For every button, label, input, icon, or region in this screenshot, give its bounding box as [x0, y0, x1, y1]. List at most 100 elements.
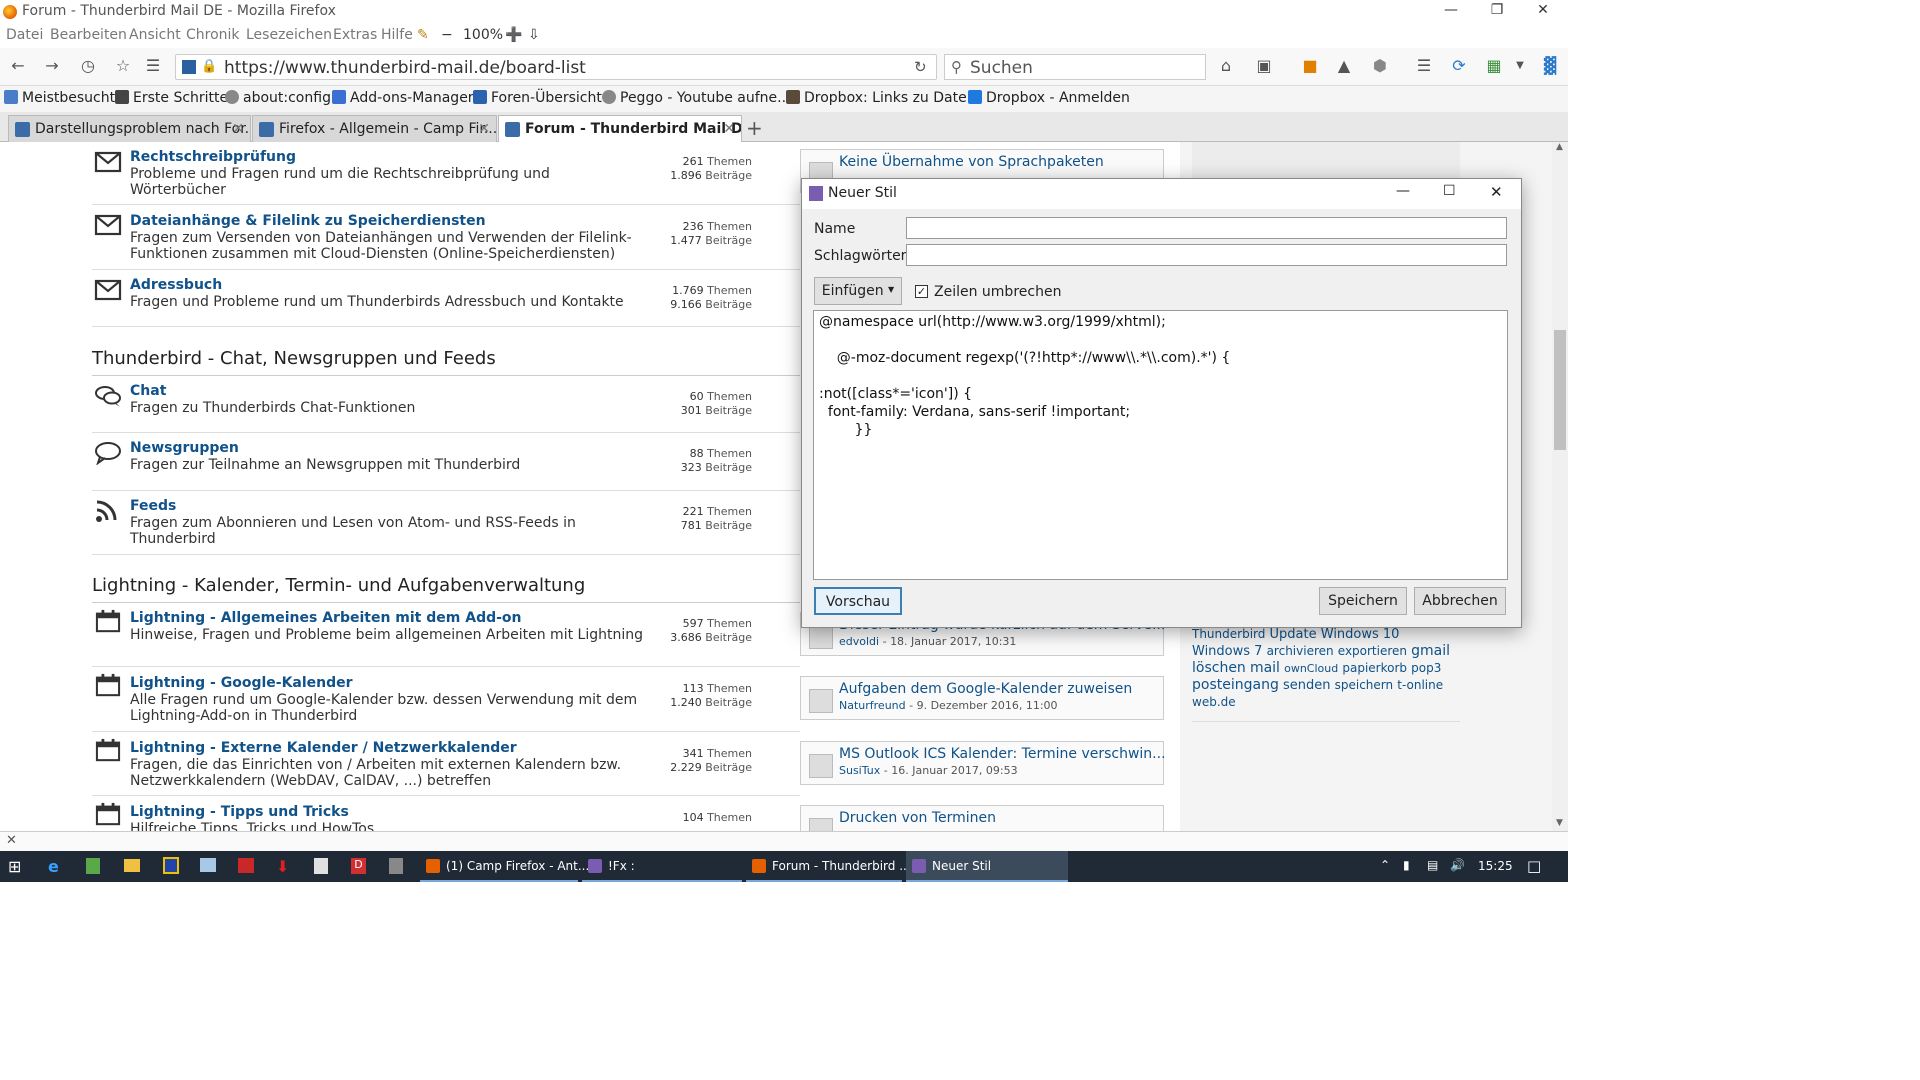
tray-chevron-up-icon[interactable]: ⌃ [1380, 858, 1390, 882]
paint-icon[interactable] [200, 858, 216, 872]
volume-icon[interactable]: 🔊 [1450, 858, 1465, 882]
hat-icon[interactable]: ▲ [1332, 56, 1356, 78]
taskbar-window-thunderbird-forum[interactable]: Forum - Thunderbird ... [746, 851, 911, 882]
tag-link[interactable]: Thunderbird [1192, 627, 1265, 641]
author-link[interactable]: Naturfreund [839, 699, 906, 712]
menu-datei[interactable]: Datei [6, 27, 43, 43]
forum-title-link[interactable]: Feeds [130, 498, 176, 514]
scroll-down-icon[interactable]: ▼ [1556, 818, 1563, 828]
scroll-up-icon[interactable]: ▲ [1556, 142, 1563, 152]
tool-icon[interactable] [314, 858, 328, 874]
close-findbar-icon[interactable]: ✕ [6, 833, 17, 848]
bookmark-erste-schritte[interactable]: Erste Schritte [115, 90, 228, 106]
menu-bearbeiten[interactable]: Bearbeiten [50, 27, 127, 43]
network-icon[interactable]: ▤ [1427, 858, 1438, 882]
tab-darstellungsproblem[interactable]: Darstellungsproblem nach For... ✕ [8, 115, 251, 142]
url-text[interactable]: https://www.thunderbird-mail.de/board-li… [224, 58, 586, 78]
forum-title-link[interactable]: Rechtschreibprüfung [130, 149, 296, 165]
dialog-minimize-button[interactable]: — [1396, 183, 1410, 199]
hamburger-menu-icon[interactable]: ☰ [1412, 56, 1436, 78]
explorer-folder-icon[interactable] [124, 859, 140, 872]
last-post-link[interactable]: Keine Übernahme von Sprachpaketen [839, 154, 1104, 170]
taskbar-window-camp-firefox[interactable]: (1) Camp Firefox - Ant... [420, 851, 589, 882]
edge-icon[interactable]: e [48, 857, 76, 881]
history-clock-icon[interactable]: ◷ [76, 56, 100, 78]
bookmark-star-icon[interactable]: ☆ [111, 56, 135, 78]
lock-icon[interactable]: 🔒 [201, 59, 217, 74]
notepad-plus-icon[interactable] [86, 858, 100, 874]
dialog-maximize-button[interactable]: ☐ [1443, 183, 1456, 199]
section-heading[interactable]: Thunderbird - Chat, Newsgruppen und Feed… [92, 348, 496, 369]
bookmark-about-config[interactable]: about:config [225, 90, 331, 106]
tab-thunderbird-forum[interactable]: Forum - Thunderbird Mail DE ✕ [498, 115, 742, 142]
download-icon[interactable]: ⇩ [528, 27, 540, 43]
tag-link[interactable]: pop3 [1411, 661, 1441, 675]
action-center-icon[interactable]: □ [1527, 857, 1541, 881]
forum-title-link[interactable]: Lightning - Externe Kalender / Netzwerkk… [130, 740, 517, 756]
printer-icon[interactable] [389, 858, 403, 874]
bookmark-dropbox-links[interactable]: Dropbox: Links zu Date... [786, 90, 980, 106]
chevron-down-icon[interactable]: ▼ [1508, 60, 1532, 82]
tag-link[interactable]: t-online [1397, 678, 1443, 692]
forum-title-link[interactable]: Newsgruppen [130, 440, 239, 456]
sync-icon[interactable]: ⟳ [1447, 56, 1471, 78]
forum-title-link[interactable]: Adressbuch [130, 277, 222, 293]
clock[interactable]: 15:25 [1478, 859, 1513, 882]
tags-field[interactable] [906, 244, 1507, 266]
snipping-icon[interactable] [238, 858, 254, 873]
battery-icon[interactable]: ▮ [1403, 858, 1410, 882]
insert-dropdown-button[interactable]: Einfügen ▼ [814, 277, 902, 305]
wrap-checkbox[interactable]: ✓ [915, 285, 928, 298]
tag-link[interactable]: archivieren [1267, 644, 1334, 658]
bookmark-dropbox-anmelden[interactable]: Dropbox - Anmelden [968, 90, 1130, 106]
forum-title-link[interactable]: Dateianhänge & Filelink zu Speicherdiens… [130, 213, 486, 229]
tag-link[interactable]: speichern [1335, 678, 1394, 692]
forum-row[interactable]: Chat Fragen zu Thunderbirds Chat-Funktio… [92, 376, 800, 433]
stylish-icon[interactable]: ▓ [1538, 56, 1562, 78]
reload-icon[interactable]: ↻ [914, 58, 927, 76]
tag-link[interactable]: ownCloud [1284, 662, 1338, 675]
menu-lesezeichen[interactable]: Lesezeichen [246, 27, 332, 43]
save-button[interactable]: Speichern [1319, 587, 1407, 615]
zoom-level[interactable]: 100% [463, 27, 503, 43]
zoom-in-button[interactable]: ➕ [505, 27, 522, 43]
bookmark-foren-uebersicht[interactable]: Foren-Übersicht [473, 90, 602, 106]
bookmark-meistbesucht[interactable]: Meistbesucht [4, 90, 115, 106]
forum-row[interactable]: Lightning - Google-Kalender Alle Fragen … [92, 667, 800, 732]
pdf-icon[interactable]: D [351, 858, 366, 874]
forum-title-link[interactable]: Lightning - Google-Kalender [130, 675, 353, 691]
tag-link[interactable]: exportieren [1338, 644, 1407, 658]
forum-row[interactable]: Rechtschreibprüfung Probleme und Fragen … [92, 142, 800, 205]
author-link[interactable]: edvoldi [839, 635, 879, 648]
forum-row[interactable]: Newsgruppen Fragen zur Teilnahme an News… [92, 433, 800, 491]
home-icon[interactable]: ⌂ [1214, 56, 1238, 78]
screenshot-icon[interactable]: ▣ [1252, 56, 1276, 78]
tag-link[interactable]: Windows 7 [1192, 644, 1262, 659]
close-tab-icon[interactable]: ✕ [232, 121, 244, 137]
last-post-link[interactable]: MS Outlook ICS Kalender: Termine verschw… [839, 746, 1166, 762]
menu-hilfe[interactable]: Hilfe [381, 27, 413, 43]
forum-title-link[interactable]: Lightning - Allgemeines Arbeiten mit dem… [130, 610, 522, 626]
close-tab-icon[interactable]: ✕ [723, 121, 735, 137]
notepad-icon[interactable]: ✎ [417, 27, 429, 43]
forum-title-link[interactable]: Lightning - Tipps und Tricks [130, 804, 349, 820]
forum-row[interactable]: Dateianhänge & Filelink zu Speicherdiens… [92, 205, 800, 270]
author-link[interactable]: SusiTux [839, 764, 880, 777]
new-tab-button[interactable]: + [746, 116, 763, 140]
scrollbar-thumb[interactable] [1554, 330, 1566, 450]
back-button[interactable]: ← [6, 56, 30, 78]
adblock-icon[interactable]: ⬢ [1368, 56, 1392, 78]
zoom-out-button[interactable]: − [441, 27, 453, 43]
reader-list-icon[interactable]: ☰ [141, 56, 165, 78]
search-input[interactable]: ⚲ Suchen [944, 54, 1206, 80]
forward-button[interactable]: → [40, 56, 64, 78]
download-arrow-icon[interactable]: ⬇ [276, 857, 304, 881]
addon-orange-icon[interactable]: ■ [1298, 56, 1322, 78]
tag-link[interactable]: löschen [1192, 660, 1246, 676]
menu-chronik[interactable]: Chronik [186, 27, 240, 43]
tag-link[interactable]: senden [1283, 678, 1331, 693]
tag-link[interactable]: Windows 10 [1321, 627, 1400, 642]
filezilla-icon[interactable] [163, 857, 179, 874]
tag-link[interactable]: posteingang [1192, 677, 1279, 693]
forum-row[interactable]: Lightning - Externe Kalender / Netzwerkk… [92, 732, 800, 796]
